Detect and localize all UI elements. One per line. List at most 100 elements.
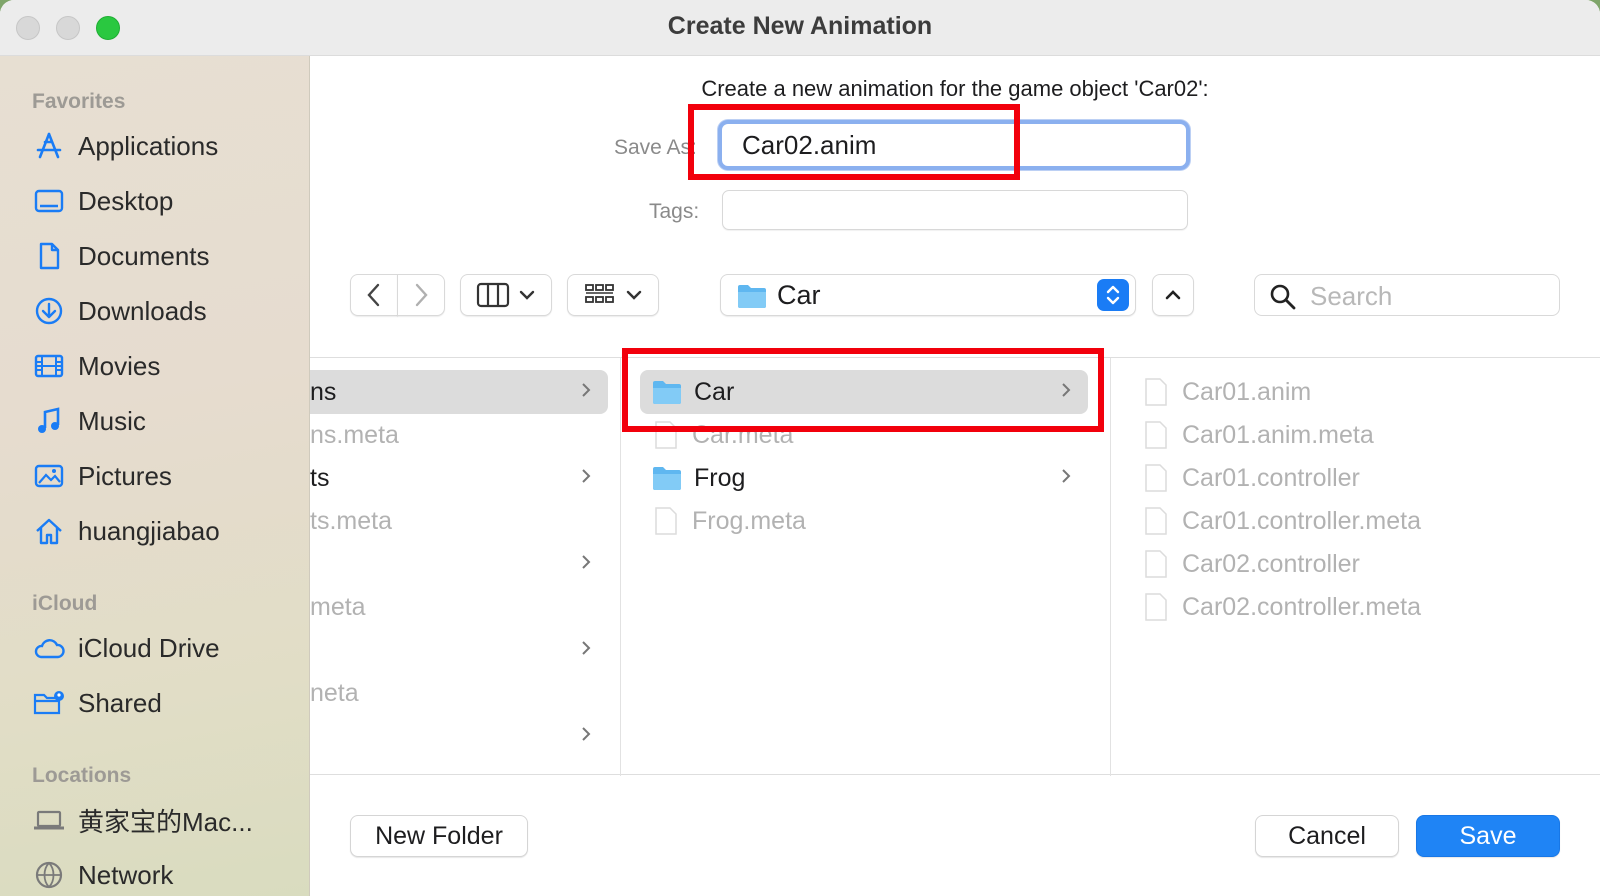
list-item[interactable] [310,628,608,672]
sidebar-item-label: huangjiabao [78,515,220,546]
chevron-up-icon [1165,290,1181,300]
list-item[interactable]: ts [310,456,608,500]
pictures-icon [32,459,66,493]
sidebar-item-this-mac[interactable]: 黄家宝的Mac... [32,798,302,842]
list-item-car-folder[interactable]: Car [640,370,1088,414]
sidebar-item-label: Music [78,405,146,436]
file-icon [1145,593,1167,621]
grid-icon [585,284,614,303]
applications-icon [32,129,66,163]
list-item-label: Car02.controller.meta [1182,592,1422,621]
list-item[interactable]: ns [310,370,608,414]
browser-column-1: ns ns.meta ts ts.meta meta neta [310,358,620,776]
save-as-input[interactable]: Car02.anim [718,120,1190,170]
list-item-label: Car01.anim [1182,377,1312,406]
list-item: Car01.controller [1144,456,1584,500]
list-item[interactable]: Frog.meta [640,499,1088,543]
sidebar-section-favorites: Favorites [32,90,126,113]
sidebar: Favorites Applications Desktop Documents… [0,56,310,896]
chevron-right-icon [1062,383,1071,397]
tags-input[interactable] [722,190,1188,230]
tags-label: Tags: [649,200,700,223]
sidebar-item-label: Downloads [78,295,207,326]
view-mode-button[interactable] [460,274,552,316]
sidebar-item-shared[interactable]: Shared [32,681,302,725]
sidebar-item-home[interactable]: huangjiabao [32,509,302,553]
sidebar-item-icloud-drive[interactable]: iCloud Drive [32,626,302,670]
sidebar-item-applications[interactable]: Applications [32,124,302,168]
document-icon [32,239,66,273]
list-item: Car02.controller [1144,542,1584,586]
list-item-label: Car01.anim.meta [1182,420,1374,449]
sidebar-item-label: Pictures [78,460,172,491]
list-item: Car02.controller.meta [1144,585,1584,629]
sidebar-item-downloads[interactable]: Downloads [32,289,302,333]
save-as-label: Save As: [614,136,697,159]
file-icon [1145,550,1167,578]
list-item-label: ns.meta [310,420,399,449]
list-item[interactable]: ns.meta [310,413,608,457]
chevron-left-icon [367,283,380,307]
network-icon [32,858,66,892]
list-item-label: ts.meta [310,506,392,535]
list-item[interactable]: meta [310,585,608,629]
list-item-label: Frog [694,463,746,492]
downloads-icon [32,294,66,328]
sidebar-item-label: Desktop [78,185,174,216]
list-item[interactable]: ts.meta [310,499,608,543]
sidebar-item-desktop[interactable]: Desktop [32,179,302,223]
up-down-stepper-icon [1097,279,1129,311]
list-item-frog-folder[interactable]: Frog [640,456,1088,500]
sidebar-item-music[interactable]: Music [32,399,302,443]
sidebar-item-label: Movies [78,350,161,381]
folder-icon [653,381,681,404]
column-divider[interactable] [620,358,621,776]
chevron-down-icon [519,290,535,300]
sidebar-item-label: Applications [78,130,219,161]
list-item[interactable]: neta [310,671,608,715]
file-icon [1145,421,1167,449]
sidebar-item-movies[interactable]: Movies [32,344,302,388]
sidebar-item-label: Shared [78,687,162,718]
list-item[interactable]: Car.meta [640,413,1088,457]
column-view-icon [476,282,510,308]
file-icon [655,507,677,535]
sidebar-item-pictures[interactable]: Pictures [32,454,302,498]
save-button[interactable]: Save [1416,815,1560,857]
dialog-prompt: Create a new animation for the game obje… [701,76,1209,101]
music-icon [32,404,66,438]
desktop-icon [32,184,66,218]
window-title: Create New Animation [667,12,933,40]
list-item-label: Frog.meta [692,506,806,535]
sidebar-item-network[interactable]: Network [32,853,302,896]
chevron-right-icon [582,555,591,569]
movies-icon [32,349,66,383]
save-dialog-window: Create New Animation Favorites Applicati… [0,0,1600,896]
file-icon [1145,507,1167,535]
chevron-right-icon [1062,469,1071,483]
list-item[interactable] [310,714,608,758]
forward-button[interactable] [397,274,445,316]
back-button[interactable] [350,274,398,316]
laptop-icon [32,803,66,837]
file-icon [1145,378,1167,406]
search-field[interactable]: Search [1254,274,1560,316]
new-folder-button[interactable]: New Folder [350,815,528,857]
chevron-right-icon [582,383,591,397]
expand-collapse-button[interactable] [1152,274,1194,316]
list-item-label: ts [310,463,330,492]
home-icon [32,514,66,548]
list-item-label: ns [310,377,337,406]
group-by-button[interactable] [567,274,659,316]
list-item: Car01.anim.meta [1144,413,1584,457]
cancel-button[interactable]: Cancel [1255,815,1399,857]
sidebar-item-documents[interactable]: Documents [32,234,302,278]
cloud-icon [32,631,66,665]
list-item[interactable] [310,542,608,586]
folder-icon [653,467,681,490]
column-divider[interactable] [1110,358,1111,776]
location-popup[interactable]: Car [720,274,1136,316]
chevron-down-icon [626,290,642,300]
sidebar-item-label: Network [78,859,174,890]
column-browser: ns ns.meta ts ts.meta meta neta Car Car.… [310,357,1600,776]
